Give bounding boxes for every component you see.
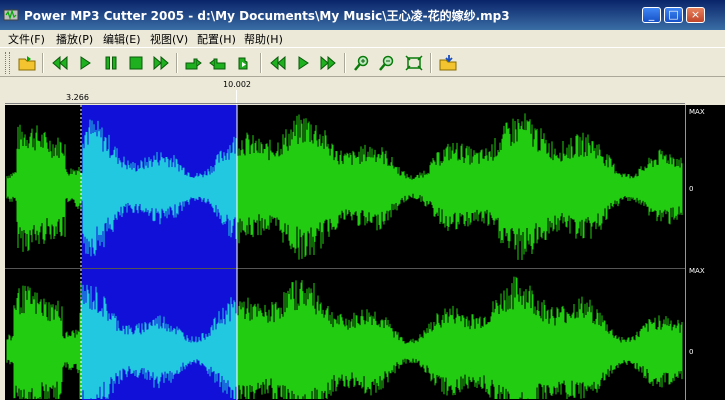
mark-end-hand-icon[interactable] [208,54,228,72]
zero-label-bottom: 0 [689,348,694,356]
selection-start-time: 3.266 [66,93,89,102]
level-meter-panel: MAX 0 MAX 0 [685,105,725,400]
toolbar-grip[interactable] [5,52,10,74]
time-ruler[interactable]: 3.266 10.002 [0,77,725,105]
menu-edit[interactable]: 编辑(E) [103,31,141,47]
open-folder-icon[interactable] [17,54,37,72]
max-label-top: MAX [689,108,705,116]
minimize-button[interactable]: _ [642,7,661,23]
stop-icon[interactable] [126,54,146,72]
menu-file[interactable]: 文件(F) [8,31,45,47]
play-from-mark-icon[interactable] [293,54,313,72]
toolbar-separator [42,53,44,73]
toolbar-separator [430,53,432,73]
toolbar-separator [260,53,262,73]
cursor-time: 10.002 [223,80,251,89]
waveform-display[interactable] [5,105,685,400]
window-title: Power MP3 Cutter 2005 - d:\My Documents\… [24,9,510,23]
ruler-baseline [5,103,685,104]
close-button[interactable]: × [686,7,705,23]
mark-start-hand-icon[interactable] [183,54,203,72]
zoom-in-icon[interactable] [352,54,372,72]
maximize-button[interactable]: □ [664,7,683,23]
play-icon[interactable] [75,54,95,72]
zoom-fit-icon[interactable] [404,54,424,72]
menu-bar: 文件(F) 播放(P) 编辑(E) 视图(V) 配置(H) 帮助(H) [0,30,725,47]
rewind-icon[interactable] [50,54,70,72]
forward-icon[interactable] [151,54,171,72]
pause-icon[interactable] [101,54,121,72]
next-mark-icon[interactable] [318,54,338,72]
menu-view[interactable]: 视图(V) [150,31,188,47]
save-export-icon[interactable] [438,54,458,72]
toolbar-separator [344,53,346,73]
zoom-out-icon[interactable] [377,54,397,72]
menu-config[interactable]: 配置(H) [197,31,236,47]
max-label-bottom: MAX [689,267,705,275]
zero-label-top: 0 [689,185,694,193]
title-bar[interactable]: Power MP3 Cutter 2005 - d:\My Documents\… [0,0,725,30]
prev-mark-icon[interactable] [268,54,288,72]
play-selection-hand-icon[interactable] [233,54,253,72]
toolbar-separator [176,53,178,73]
menu-play[interactable]: 播放(P) [56,31,93,47]
waveform-canvas[interactable] [5,105,685,400]
menu-help[interactable]: 帮助(H) [244,31,283,47]
toolbar [0,47,725,77]
app-icon [3,8,19,21]
